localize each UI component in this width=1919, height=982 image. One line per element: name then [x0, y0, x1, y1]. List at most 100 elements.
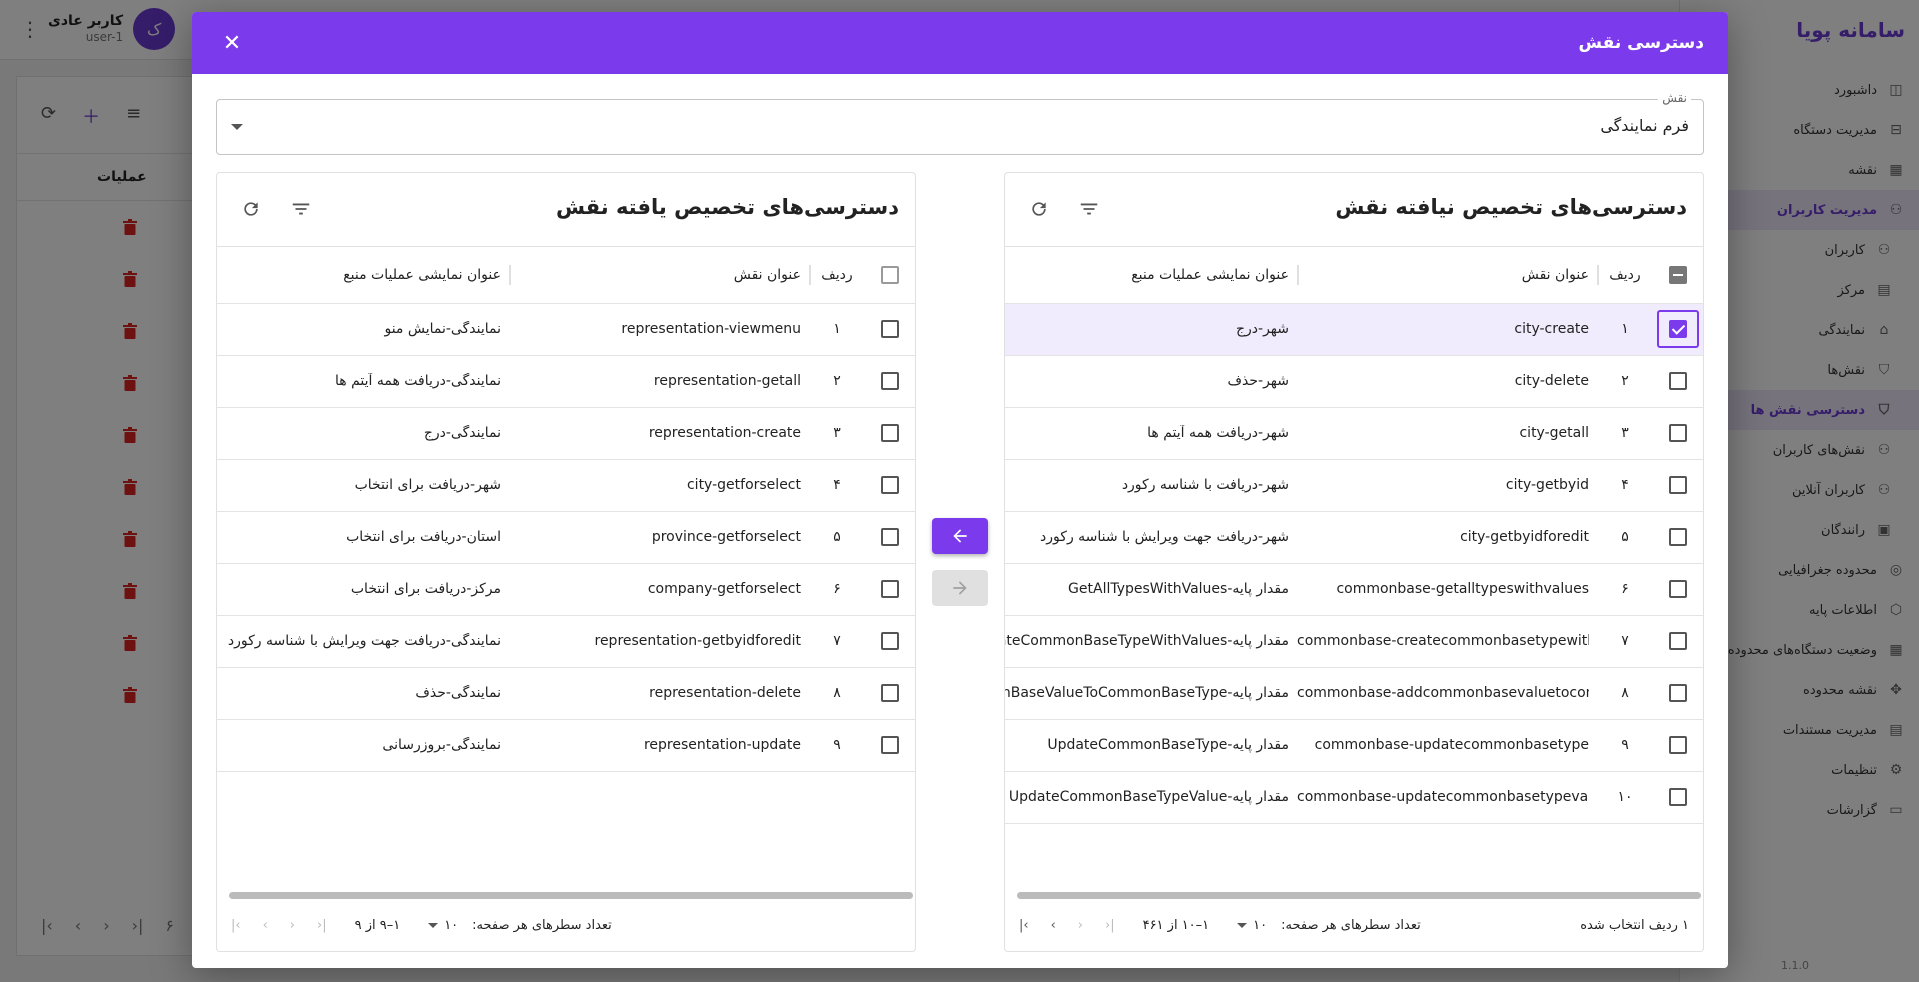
filter-icon[interactable] — [289, 197, 313, 221]
row-checkbox[interactable] — [1669, 372, 1687, 390]
rows-per-page-value: ۱۰ — [444, 917, 459, 933]
row-checkbox[interactable] — [881, 424, 899, 442]
table-row[interactable]: ۲ city-delete شهر-حذف — [1005, 355, 1703, 408]
row-checkbox[interactable] — [881, 372, 899, 390]
table-row[interactable]: ۹ representation-update نمایندگی-بروزرسانی — [217, 719, 915, 772]
row-checkbox[interactable] — [1669, 580, 1687, 598]
table-row[interactable]: ۶ commonbase-getalltypeswithvalues مقدار پ… — [1005, 563, 1703, 616]
prev-page-icon[interactable]: ‹ — [263, 918, 268, 933]
row-source-cell: مقدار پایه-GetAllTypesWithValues — [1005, 563, 1297, 616]
page-buttons: |‹ ‹ › ›| — [231, 918, 327, 933]
row-source-cell: شهر-دریافت با شناسه رکورد — [1005, 459, 1297, 512]
table-row[interactable]: ۹ commonbase-updatecommonbasetype مقدار پا… — [1005, 719, 1703, 772]
rows-per-page-select[interactable]: ۱۰ — [428, 918, 458, 933]
row-source: مقدار پایه-CreateCommonBaseTypeWithValue… — [1005, 633, 1289, 649]
row-name: commonbase-createcommonbasetypewithvalue… — [1297, 633, 1589, 649]
row-checkbox[interactable] — [1669, 476, 1687, 494]
row-checkbox[interactable] — [1669, 632, 1687, 650]
unassign-button[interactable] — [932, 570, 988, 606]
row-checkbox[interactable] — [1669, 528, 1687, 546]
row-checkbox[interactable] — [881, 736, 899, 754]
chevron-down-icon — [428, 922, 439, 928]
horizontal-scrollbar[interactable] — [1017, 892, 1701, 899]
next-page-icon[interactable]: › — [1078, 918, 1083, 933]
row-checkbox[interactable] — [1669, 320, 1687, 338]
col-index[interactable]: ردیف — [809, 247, 865, 304]
table-row[interactable]: ۸ representation-delete نمایندگی-حذف — [217, 667, 915, 720]
row-name-cell: commonbase-addcommonbasevaluetocommonbas… — [1297, 667, 1597, 720]
last-page-icon[interactable]: ›| — [1105, 918, 1115, 933]
role-select-label: نقش — [1658, 91, 1691, 105]
row-name-cell: representation-getall — [509, 355, 809, 408]
table-row[interactable]: ۸ commonbase-addcommonbasevaluetocommonba… — [1005, 667, 1703, 720]
col-index[interactable]: ردیف — [1597, 247, 1653, 304]
row-checkbox[interactable] — [881, 476, 899, 494]
rows-per-page-select[interactable]: ۱۰ — [1237, 918, 1267, 933]
table-row[interactable]: ۷ representation-getbyidforedit نمایندگی-د… — [217, 615, 915, 668]
row-checkbox[interactable] — [881, 580, 899, 598]
col-source[interactable]: عنوان نمایشی عملیات منبع — [217, 247, 509, 304]
assign-button[interactable] — [932, 518, 988, 554]
panel-header: دسترسی‌های تخصیص یافته نقش — [217, 173, 915, 247]
row-source: استان-دریافت برای انتخاب — [346, 529, 501, 545]
select-all-cell — [1653, 247, 1703, 304]
row-name: representation-update — [643, 737, 801, 753]
table-row[interactable]: ۱ representation-viewmenu نمایندگی-نمایش م… — [217, 303, 915, 356]
row-index: ۵ — [1597, 511, 1653, 564]
table-row[interactable]: ۴ city-getforselect شهر-دریافت برای انتخاب — [217, 459, 915, 512]
table-row[interactable]: ۷ commonbase-createcommonbasetypewithvalu… — [1005, 615, 1703, 668]
row-checkbox[interactable] — [1669, 736, 1687, 754]
row-name: commonbase-updatecommonbasetypevalue — [1297, 789, 1589, 805]
refresh-icon[interactable] — [1027, 197, 1051, 221]
col-source[interactable]: عنوان نمایشی عملیات منبع — [1005, 247, 1297, 304]
table-row[interactable]: ۵ province-getforselect استان-دریافت برای … — [217, 511, 915, 564]
row-checkbox[interactable] — [1669, 788, 1687, 806]
col-name[interactable]: عنوان نقش — [509, 247, 809, 304]
row-checkbox[interactable] — [881, 632, 899, 650]
row-checkbox[interactable] — [881, 320, 899, 338]
table-row[interactable]: ۳ representation-create نمایندگی-درج — [217, 407, 915, 460]
table-row[interactable]: ۶ company-getforselect مرکز-دریافت برای ان… — [217, 563, 915, 616]
table-row[interactable]: ۴ city-getbyid شهر-دریافت با شناسه رکورد — [1005, 459, 1703, 512]
last-page-icon[interactable]: ›| — [317, 918, 327, 933]
next-page-icon[interactable]: › — [290, 918, 295, 933]
table-header-row: ردیف عنوان نقش عنوان نمایشی عملیات منبع — [1005, 247, 1703, 304]
unassigned-access-panel: دسترسی‌های تخصیص نیافته نقش ردیف عنوان ن… — [1004, 172, 1704, 952]
row-index: ۱ — [809, 303, 865, 356]
row-index: ۵ — [809, 511, 865, 564]
prev-page-icon[interactable]: ‹ — [1051, 918, 1056, 933]
first-page-icon[interactable]: |‹ — [231, 918, 241, 933]
row-checkbox-cell — [1653, 511, 1703, 564]
table-row[interactable]: ۵ city-getbyidforedit شهر-دریافت جهت ویرای… — [1005, 511, 1703, 564]
row-source-cell: نمایندگی-حذف — [217, 667, 509, 720]
row-source: نمایندگی-نمایش منو — [384, 321, 501, 337]
table-row[interactable]: ۳ city-getall شهر-دریافت همه آیتم ها — [1005, 407, 1703, 460]
col-name[interactable]: عنوان نقش — [1297, 247, 1597, 304]
row-checkbox[interactable] — [1669, 684, 1687, 702]
row-source: شهر-دریافت جهت ویرایش با شناسه رکورد — [1040, 529, 1289, 545]
row-checkbox[interactable] — [881, 684, 899, 702]
panel-tools — [239, 197, 313, 221]
row-checkbox[interactable] — [881, 528, 899, 546]
table-row[interactable]: ۱ city-create شهر-درج — [1005, 303, 1703, 356]
table-row[interactable]: ۱۰ commonbase-updatecommonbasetypevalue مق… — [1005, 771, 1703, 824]
table-row[interactable]: ۲ representation-getall نمایندگی-دریافت هم… — [217, 355, 915, 408]
role-select[interactable]: نقش فرم نمایندگی — [216, 91, 1704, 155]
filter-icon[interactable] — [1077, 197, 1101, 221]
row-checkbox[interactable] — [1669, 424, 1687, 442]
row-index: ۳ — [809, 407, 865, 460]
row-checkbox-cell — [1653, 355, 1703, 408]
dropdown-arrow-icon[interactable] — [231, 124, 243, 130]
row-source: شهر-دریافت با شناسه رکورد — [1121, 477, 1289, 493]
first-page-icon[interactable]: |‹ — [1019, 918, 1029, 933]
select-all-checkbox[interactable] — [881, 265, 899, 284]
horizontal-scrollbar[interactable] — [229, 892, 913, 899]
select-all-checkbox[interactable] — [1669, 265, 1687, 284]
row-source: مقدار پایه-GetAllTypesWithValues — [1068, 581, 1289, 597]
close-icon[interactable]: ✕ — [220, 31, 244, 56]
refresh-icon[interactable] — [239, 197, 263, 221]
row-name: city-getforselect — [686, 477, 801, 493]
row-source: نمایندگی-بروزرسانی — [382, 737, 501, 753]
row-name: representation-delete — [649, 685, 801, 701]
row-name-cell: commonbase-updatecommonbasetype — [1297, 719, 1597, 772]
